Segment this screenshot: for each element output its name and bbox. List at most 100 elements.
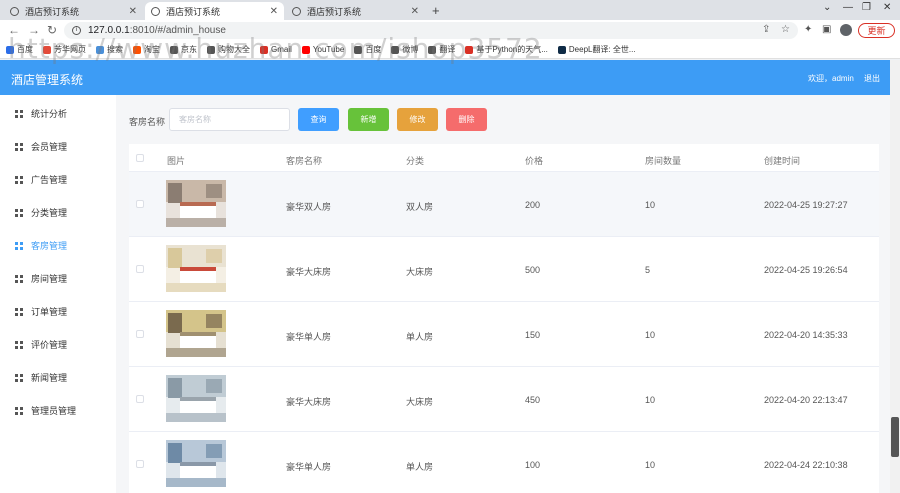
side-panel-icon[interactable]: ▣ xyxy=(822,24,831,35)
room-image xyxy=(166,180,226,227)
table-row[interactable]: 豪华双人房 双人房 200 10 2022-04-25 19:27:27 xyxy=(129,172,879,237)
tab-title: 酒店预订系统 xyxy=(25,6,80,17)
header-name: 客房名称 xyxy=(286,156,323,166)
back-icon[interactable]: ← xyxy=(8,23,20,37)
room-image xyxy=(166,375,226,422)
room-image xyxy=(166,310,226,357)
bookmark-label: DeepL翻译: 全世... xyxy=(568,45,636,54)
maximize-icon[interactable]: ❐ xyxy=(862,2,871,13)
cell-name: 豪华大床房 xyxy=(286,397,332,407)
select-all-checkbox[interactable] xyxy=(136,154,144,162)
header-created: 创建时间 xyxy=(764,156,801,166)
table-row[interactable]: 豪华大床房 大床房 450 10 2022-04-20 22:13:47 xyxy=(129,367,879,432)
bookmark-item[interactable]: 百度 xyxy=(6,44,33,55)
row-checkbox[interactable] xyxy=(136,200,144,208)
sidebar-item[interactable]: 会员管理 xyxy=(0,130,116,163)
search-input[interactable] xyxy=(169,108,290,131)
window-close-icon[interactable]: ✕ xyxy=(883,2,891,13)
cell-count: 10 xyxy=(645,330,656,340)
bookmark-item[interactable]: Gmail xyxy=(260,45,292,54)
profile-avatar[interactable] xyxy=(840,24,852,36)
app-title: 酒店管理系统 xyxy=(11,73,84,87)
bookmark-item[interactable]: 翻译 xyxy=(428,44,455,55)
bookmark-item[interactable]: 京东 xyxy=(170,44,197,55)
bookmark-item[interactable]: 百度 xyxy=(354,44,381,55)
grid-menu-icon xyxy=(15,307,23,316)
cell-name: 豪华单人房 xyxy=(286,462,332,472)
close-icon[interactable]: ✕ xyxy=(270,6,278,17)
tab-title: 酒店预订系统 xyxy=(166,6,221,17)
new-tab-button[interactable]: + xyxy=(432,3,440,18)
cell-category: 单人房 xyxy=(406,332,434,342)
close-icon[interactable]: ✕ xyxy=(129,6,137,17)
table-row[interactable]: 豪华单人房 单人房 150 10 2022-04-20 14:35:33 xyxy=(129,302,879,367)
forward-icon[interactable]: → xyxy=(28,23,40,37)
url-host: 127.0.0.1 xyxy=(88,25,130,36)
page-scrollbar[interactable] xyxy=(890,60,900,493)
sidebar-item[interactable]: 分类管理 xyxy=(0,196,116,229)
add-button[interactable]: 新增 xyxy=(348,108,389,131)
grid-menu-icon xyxy=(15,406,23,415)
sidebar-item[interactable]: 新闻管理 xyxy=(0,361,116,394)
cell-category: 单人房 xyxy=(406,462,434,472)
site-info-icon[interactable]: i xyxy=(72,26,81,35)
header-image: 图片 xyxy=(167,156,186,166)
bookmark-item[interactable]: 购物大全 xyxy=(207,44,250,55)
sidebar-item[interactable]: 统计分析 xyxy=(0,97,116,130)
cell-count: 10 xyxy=(645,395,656,405)
row-checkbox[interactable] xyxy=(136,395,144,403)
bookmark-label: Gmail xyxy=(271,45,292,54)
cell-price: 200 xyxy=(525,200,541,210)
row-checkbox[interactable] xyxy=(136,330,144,338)
bookmark-label: 基于Python的天气... xyxy=(476,45,548,54)
tab-search-icon[interactable]: ⌄ xyxy=(823,2,831,13)
table-row[interactable]: 豪华大床房 大床房 500 5 2022-04-25 19:26:54 xyxy=(129,237,879,302)
share-icon[interactable]: ⇪ xyxy=(762,24,770,35)
table-header: 图片 客房名称 分类 价格 房间数量 创建时间 xyxy=(129,144,879,172)
update-button[interactable]: 更新 xyxy=(858,23,895,38)
extensions-icon[interactable]: ✦ xyxy=(804,24,812,35)
bookmark-favicon-icon xyxy=(465,45,474,54)
header-category: 分类 xyxy=(406,156,425,166)
bookmark-item[interactable]: 基于Python的天气... xyxy=(465,44,548,55)
sidebar-item-label: 管理员管理 xyxy=(31,406,77,416)
bookmark-item[interactable]: 搜索 xyxy=(96,44,123,55)
sidebar-item[interactable]: 评价管理 xyxy=(0,328,116,361)
bookmark-favicon-icon xyxy=(43,45,51,54)
bookmark-item[interactable]: YouTube xyxy=(301,45,344,54)
grid-menu-icon xyxy=(15,175,23,184)
grid-menu-icon xyxy=(15,274,23,283)
bookmark-item[interactable]: 淘宝 xyxy=(133,44,160,55)
sidebar-item[interactable]: 管理员管理 xyxy=(0,394,116,427)
room-image xyxy=(166,245,226,292)
url-path: :8010/#/admin_house xyxy=(129,25,226,36)
reload-icon[interactable]: ↻ xyxy=(47,23,57,37)
bookmark-star-icon[interactable]: ☆ xyxy=(781,24,790,35)
bookmark-label: 购物大全 xyxy=(218,45,250,54)
bookmark-item[interactable]: 微博 xyxy=(391,44,418,55)
sidebar-item[interactable]: 订单管理 xyxy=(0,295,116,328)
scrollbar-thumb[interactable] xyxy=(891,417,899,457)
close-icon[interactable]: ✕ xyxy=(411,6,419,17)
globe-icon xyxy=(10,6,19,16)
bookmark-item[interactable]: DeepL翻译: 全世... xyxy=(557,44,636,55)
browser-tab-active[interactable]: 酒店预订系统 ✕ xyxy=(145,2,284,20)
browser-tab[interactable]: 酒店预订系统 ✕ xyxy=(286,2,425,20)
address-bar[interactable]: i 127.0.0.1:8010/#/admin_house xyxy=(64,22,798,39)
row-checkbox[interactable] xyxy=(136,265,144,273)
query-button[interactable]: 查询 xyxy=(298,108,339,131)
browser-tab[interactable]: 酒店预订系统 ✕ xyxy=(4,2,143,20)
sidebar-item[interactable]: 客房管理 xyxy=(0,229,116,262)
sidebar-item[interactable]: 广告管理 xyxy=(0,163,116,196)
bookmark-item[interactable]: 芳华网页 xyxy=(43,44,86,55)
sidebar-item-label: 订单管理 xyxy=(31,307,68,317)
edit-button[interactable]: 修改 xyxy=(397,108,438,131)
logout-link[interactable]: 退出 xyxy=(864,73,880,84)
minimize-icon[interactable]: — xyxy=(843,2,853,13)
row-checkbox[interactable] xyxy=(136,460,144,468)
bookmark-favicon-icon xyxy=(391,45,400,54)
sidebar-item[interactable]: 房间管理 xyxy=(0,262,116,295)
main-content: 客房名称 查询 新增 修改 删除 图片 客房名称 分类 价格 房间数量 创建时间… xyxy=(116,95,890,493)
table-row[interactable]: 豪华单人房 单人房 100 10 2022-04-24 22:10:38 xyxy=(129,432,879,493)
delete-button[interactable]: 删除 xyxy=(446,108,487,131)
